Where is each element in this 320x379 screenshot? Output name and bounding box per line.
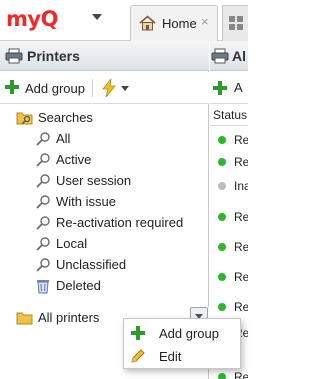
status-text: Re [234,210,248,224]
printer-icon [211,48,229,67]
status-dot-icon [218,273,226,281]
toolbar-divider [92,79,93,97]
pencil-icon [129,347,147,365]
chevron-down-icon[interactable] [92,14,102,20]
lightning-icon[interactable] [101,77,117,100]
context-menu: Add group Edit [123,318,241,369]
printers-toolbar: Add group [0,72,209,104]
status-text: Re [234,370,248,379]
plus-icon[interactable] [212,80,228,99]
menu-item-edit[interactable]: Edit [124,345,240,367]
tree-item-with-issue[interactable]: With issue [34,191,116,212]
top-bar: myQ Home × [0,0,248,41]
tree-item-active[interactable]: Active [34,149,91,170]
magnifier-icon [34,172,52,190]
status-column-header[interactable]: Status [210,105,248,126]
magnifier-icon [34,130,52,148]
table-row[interactable]: Re [210,267,248,287]
printers-panel-header: Printers [0,41,209,71]
status-dot-icon [218,182,226,190]
all-printers-toolbar: A [210,72,248,104]
menu-item-label: Add group [159,325,219,341]
table-row[interactable]: Re [210,237,248,257]
home-icon [139,15,156,34]
tree-item-searches[interactable]: Searches [16,107,93,128]
tree-label: With issue [56,194,116,209]
menu-item-add-group[interactable]: Add group [124,322,240,344]
all-printers-panel-header: Al [210,41,248,71]
add-group-label: Add group [25,80,85,96]
printer-icon [5,48,23,67]
tree-item-reactivation-required[interactable]: Re-activation required [34,212,183,233]
status-text: Re [234,155,248,169]
tree-item-user-session[interactable]: User session [34,170,131,191]
tree-item-deleted[interactable]: Deleted [34,275,101,296]
tree-label: All printers [38,310,100,325]
magnifier-icon [34,151,52,169]
plus-icon [4,79,20,98]
tree-item-all[interactable]: All [34,128,70,149]
tab-next[interactable] [222,5,248,41]
tree-label: All [56,131,71,146]
status-dot-icon [218,213,226,221]
magnifier-icon [34,193,52,211]
panel-title: Printers [27,48,80,64]
table-row[interactable]: Re [210,130,248,150]
menu-item-label: Edit [159,348,182,364]
tree-item-unclassified[interactable]: Unclassified [34,254,126,275]
add-group-button[interactable]: Add group [4,79,85,97]
close-icon[interactable]: × [201,14,209,29]
tab-home-label: Home [162,16,197,31]
status-text: Re [234,300,248,314]
status-dot-icon [218,303,226,311]
status-dot-icon [218,373,226,379]
add-button-label[interactable]: A [234,80,243,95]
status-text: Re [234,240,248,254]
table-row[interactable]: Ina [210,176,248,196]
recycle-bin-icon [34,277,52,295]
status-text: Re [234,270,248,284]
tree-label: Searches [38,110,93,125]
magnifier-icon [34,235,52,253]
plus-icon [129,324,147,342]
status-dot-icon [218,136,226,144]
table-row[interactable]: Re [210,297,248,317]
panel-title: Al [232,48,246,64]
grid-icon [228,15,244,34]
table-row[interactable]: Re [210,207,248,227]
tree-item-local[interactable]: Local [34,233,87,254]
status-dot-icon [218,243,226,251]
tree-label: Active [56,152,92,167]
tree-label: User session [56,173,132,188]
status-dot-icon [218,158,226,166]
search-folder-icon [16,109,34,127]
tree-label: Deleted [56,278,101,293]
magnifier-icon [34,214,52,232]
chevron-down-icon[interactable] [121,86,129,91]
myq-logo[interactable]: myQ [6,7,58,31]
tree-label: Unclassified [56,257,127,272]
status-text: Ina [234,179,248,193]
magnifier-icon [34,256,52,274]
folder-icon [16,309,34,327]
table-row[interactable]: Re [210,152,248,172]
tab-home[interactable]: Home × [130,5,218,41]
tree-label: Re-activation required [56,215,184,230]
tree-label: Local [56,236,88,251]
status-text: Re [234,133,248,147]
